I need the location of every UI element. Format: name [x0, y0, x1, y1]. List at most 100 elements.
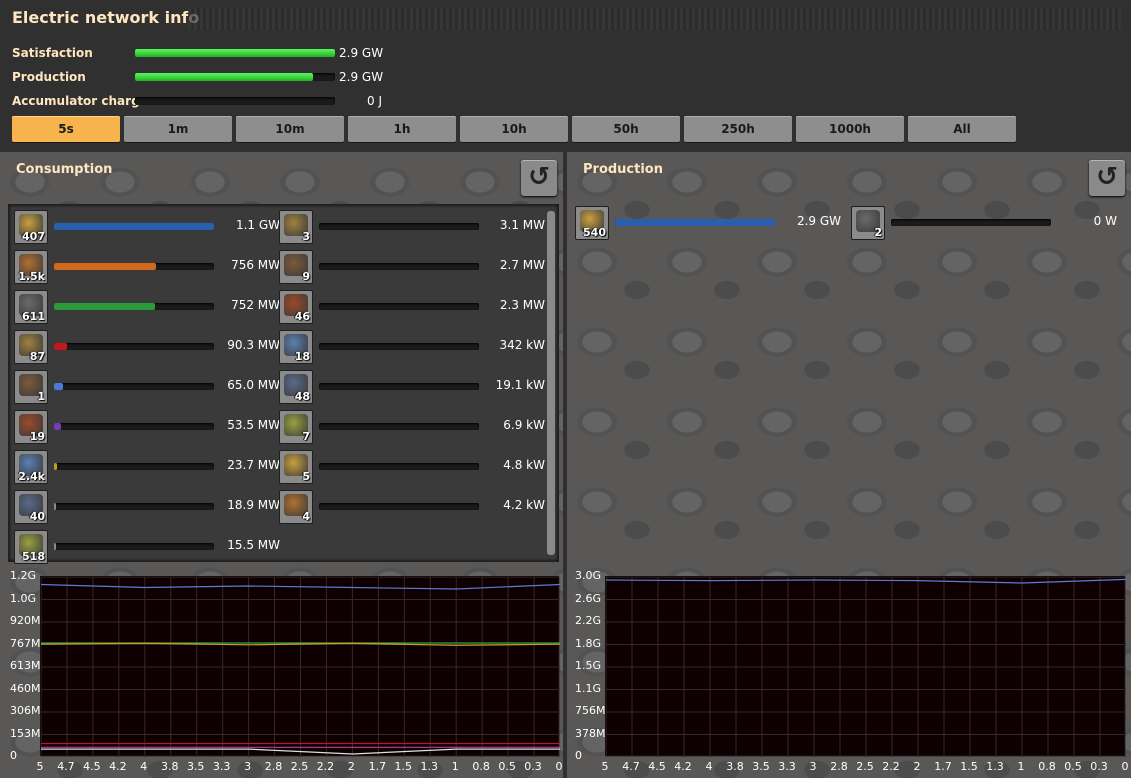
radar-icon[interactable]: 9	[279, 250, 313, 284]
entity-count: 3	[302, 230, 310, 243]
consumer-entry[interactable]: 18 342 kW	[279, 328, 545, 364]
usage-value: 15.5 MW	[227, 538, 280, 552]
entity-count: 5	[302, 470, 310, 483]
consumer-entry[interactable]: 4 4.2 kW	[279, 488, 545, 524]
accumulator-bar	[135, 97, 335, 105]
x-tick-label: 2	[347, 760, 355, 773]
entity-count: 40	[29, 510, 45, 523]
consumer-entry[interactable]: 3 3.1 MW	[279, 208, 545, 244]
usage-bar	[54, 463, 214, 470]
oil-refinery-icon[interactable]: 611	[14, 290, 48, 324]
usage-bar	[54, 343, 214, 350]
usage-value: 752 MW	[231, 298, 280, 312]
steam-turbine-icon[interactable]: 540	[575, 206, 609, 240]
consumer-entry[interactable]: 540 2.9 GW	[575, 204, 841, 240]
consumer-entry[interactable]: 5 4.8 kW	[279, 448, 545, 484]
time-button-all[interactable]: All	[908, 116, 1016, 142]
electric-network-window: Electric network info Satisfaction 2.9 G…	[0, 0, 1131, 778]
drag-handle[interactable]	[188, 8, 1121, 30]
usage-value: 1.1 GW	[235, 218, 280, 232]
x-tick-label: 5	[601, 760, 609, 773]
usage-bar	[319, 423, 479, 430]
production-value: 2.9 GW	[339, 70, 384, 84]
consumer-entry[interactable]: 7 6.9 kW	[279, 408, 545, 444]
refresh-icon: ↺	[528, 162, 550, 192]
usage-value: 0 W	[1093, 214, 1117, 228]
consumer-entry[interactable]: 2 0 W	[851, 204, 1117, 240]
pumpjack-icon[interactable]: 19	[14, 410, 48, 444]
usage-bar	[54, 423, 214, 430]
lab-icon[interactable]: 40	[14, 490, 48, 524]
y-tick-label: 1.5G	[575, 659, 602, 672]
consumer-entry[interactable]: 518 15.5 MW	[14, 528, 280, 564]
production-graph	[605, 576, 1126, 757]
title-bar[interactable]: Electric network info	[0, 0, 1131, 38]
x-tick-label: 2.2	[316, 760, 335, 773]
usage-bar	[54, 303, 214, 310]
usage-value: 90.3 MW	[227, 338, 280, 352]
consumer-entry[interactable]: 19 53.5 MW	[14, 408, 280, 444]
y-tick-label: 767M	[10, 636, 41, 650]
satisfaction-bar	[135, 49, 335, 57]
time-button-1h[interactable]: 1h	[348, 116, 456, 142]
consumer-entry[interactable]: 40 18.9 MW	[14, 488, 280, 524]
usage-bar	[319, 503, 479, 510]
consumer-entry[interactable]: 611 752 MW	[14, 288, 280, 324]
steam-engine-icon[interactable]: 2	[851, 206, 885, 240]
stack-inserter-icon[interactable]: 4	[279, 490, 313, 524]
entity-count: 9	[302, 270, 310, 283]
consumer-entry[interactable]: 407 1.1 GW	[14, 208, 280, 244]
consumer-entry[interactable]: 1.5k 756 MW	[14, 248, 280, 284]
consumption-scrollbar[interactable]	[547, 211, 555, 555]
time-button-1m[interactable]: 1m	[124, 116, 232, 142]
assembling-machine-icon[interactable]: 407	[14, 210, 48, 244]
x-tick-label: 0	[1121, 760, 1129, 773]
y-tick-label: 0	[575, 749, 582, 762]
filter-inserter-icon[interactable]: 18	[279, 330, 313, 364]
consumer-entry[interactable]: 46 2.3 MW	[279, 288, 545, 324]
accumulator-value: 0 J	[367, 94, 382, 108]
x-tick-label: 0.8	[1038, 760, 1056, 773]
x-tick-label: 2	[913, 760, 921, 773]
x-tick-label: 0.5	[1064, 760, 1082, 773]
centrifuge-icon[interactable]: 3	[279, 210, 313, 244]
x-tick-label: 4.5	[648, 760, 666, 773]
consumer-entry[interactable]: 2.4k 23.7 MW	[14, 448, 280, 484]
time-button-1000h[interactable]: 1000h	[796, 116, 904, 142]
consumption-reset-button[interactable]: ↺	[521, 160, 557, 196]
usage-bar	[54, 383, 214, 390]
usage-value: 19.1 kW	[495, 378, 545, 392]
time-button-250h[interactable]: 250h	[684, 116, 792, 142]
long-inserter-icon[interactable]: 48	[279, 370, 313, 404]
consumer-entry[interactable]: 9 2.7 MW	[279, 248, 545, 284]
x-tick-label: 1	[451, 760, 459, 773]
x-tick-label: 2.5	[290, 760, 309, 773]
pump-icon[interactable]: 5	[279, 450, 313, 484]
entity-count: 2	[874, 226, 882, 239]
time-button-10m[interactable]: 10m	[236, 116, 344, 142]
consumer-entry[interactable]: 48 19.1 kW	[279, 368, 545, 404]
electric-furnace-icon[interactable]: 1	[14, 370, 48, 404]
y-tick-label: 378M	[575, 726, 606, 740]
usage-bar	[319, 463, 479, 470]
time-button-10h[interactable]: 10h	[460, 116, 568, 142]
consumption-list[interactable]: 407 1.1 GW 1.5k 756 MW 611 752 MW 87 90.3 MW 1 65…	[8, 204, 559, 564]
roboport-icon[interactable]: 46	[279, 290, 313, 324]
beacon-icon[interactable]: 7	[279, 410, 313, 444]
usage-bar	[319, 343, 479, 350]
entity-count: 2.4k	[18, 470, 45, 483]
consumer-entry[interactable]: 1 65.0 MW	[14, 368, 280, 404]
chemical-plant-icon[interactable]: 87	[14, 330, 48, 364]
fast-inserter-icon[interactable]: 518	[14, 530, 48, 564]
y-tick-label: 3.0G	[575, 569, 602, 582]
consumer-entry[interactable]: 87 90.3 MW	[14, 328, 280, 364]
inserter-icon[interactable]: 2.4k	[14, 450, 48, 484]
production-reset-button[interactable]: ↺	[1089, 160, 1125, 196]
x-tick-label: 4	[705, 760, 713, 773]
production-row: Production 2.9 GW	[12, 68, 412, 86]
scroll-thumb[interactable]	[547, 211, 555, 555]
time-button-50h[interactable]: 50h	[572, 116, 680, 142]
electric-mining-drill-icon[interactable]: 1.5k	[14, 250, 48, 284]
time-button-5s[interactable]: 5s	[12, 116, 120, 142]
entity-count: 7	[302, 430, 310, 443]
